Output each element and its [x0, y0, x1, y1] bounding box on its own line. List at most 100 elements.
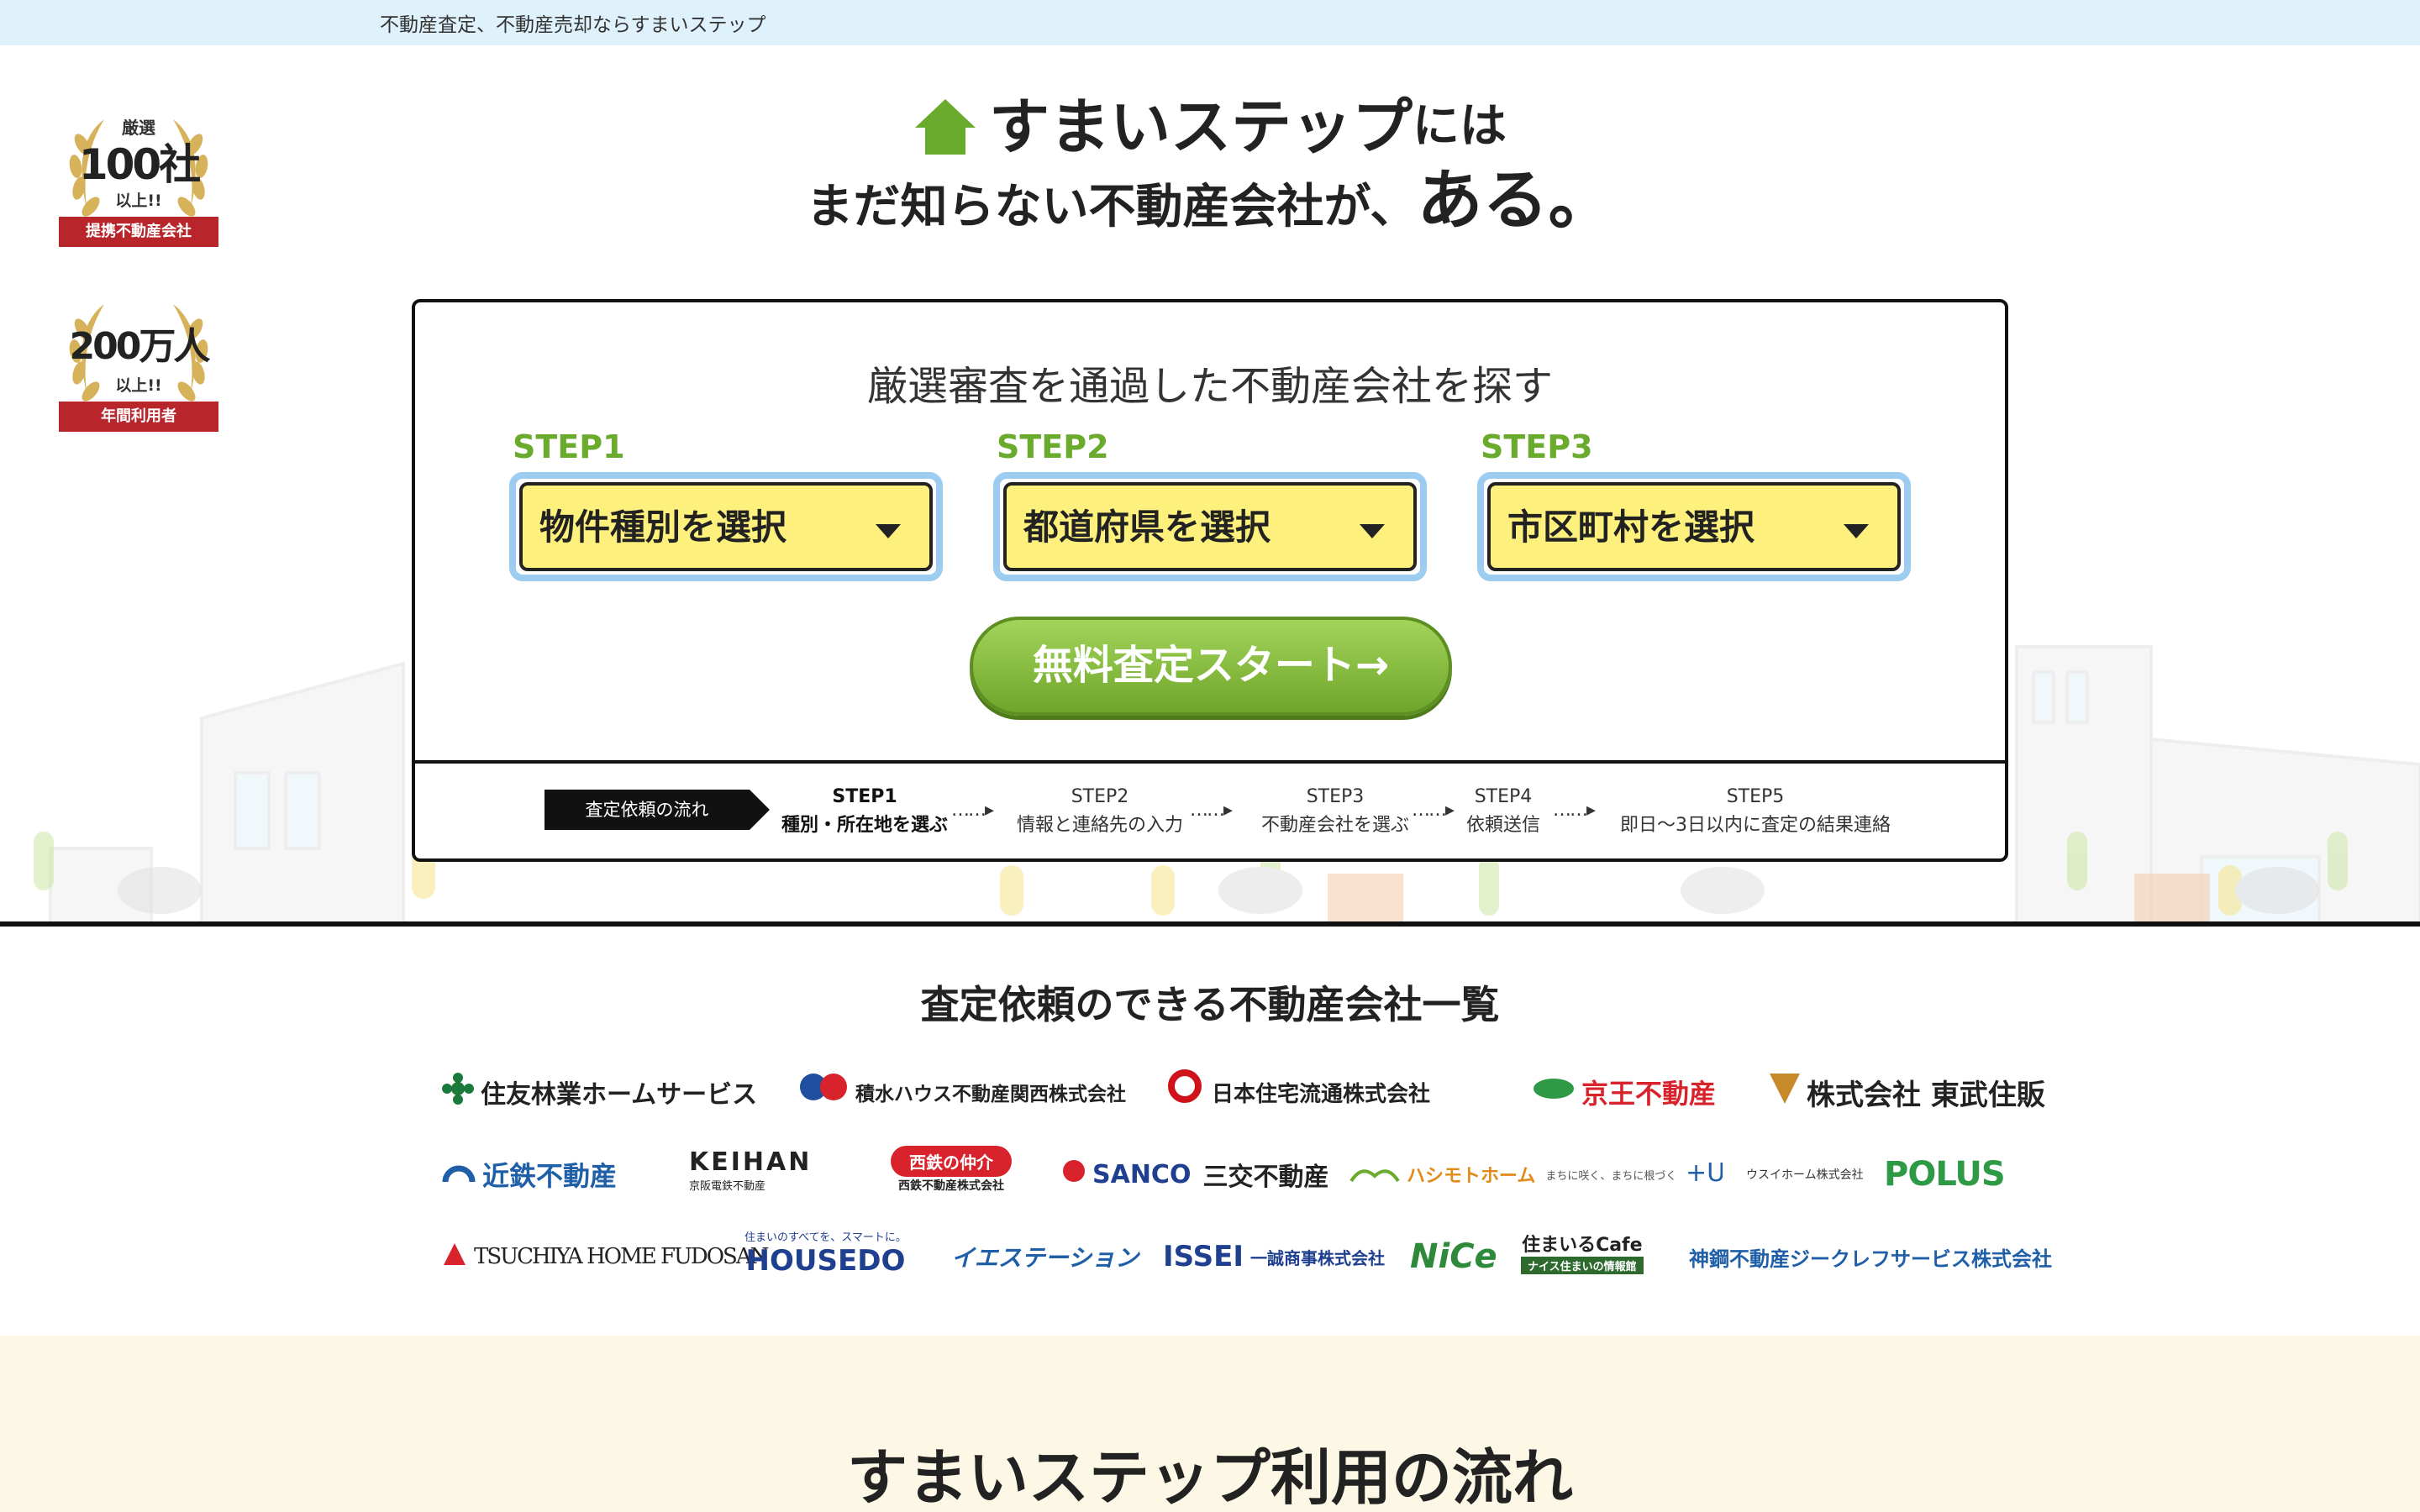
company-name: 株式会社 東武住販 [1807, 1078, 2045, 1112]
caret-down-icon [1844, 524, 1869, 538]
property-type-select[interactable]: 物件種別を選択 [509, 472, 943, 581]
company-logo-nihon-jyutaku[interactable]: 日本住宅流通株式会社 [1165, 1068, 1430, 1116]
flow-step-text: 情報と連絡先の入力 [1016, 815, 1183, 836]
flow-step-text: 不動産会社を選ぶ [1260, 815, 1409, 836]
kintetsu-mark-icon [442, 1157, 476, 1192]
flow-arrow: ……▸ [1412, 800, 1455, 821]
company-name: 近鉄不動産 [482, 1160, 618, 1192]
flow-divider [415, 760, 2005, 764]
company-logo-sumairu-cafe[interactable]: 住まいるCafe ナイス住まいの情報館 [1521, 1230, 1644, 1284]
tobu-mark-icon [1770, 1073, 1800, 1111]
step2-label: STEP2 [997, 428, 1109, 465]
company-logo-sekisui[interactable]: 積水ハウス不動産関西株式会社 [798, 1068, 1126, 1116]
company-name: 西鉄の仲介 [891, 1146, 1012, 1177]
company-logo-usui[interactable]: +U ウスイホーム株式会社 [1684, 1151, 1864, 1198]
flow-step-num: STEP3 [1306, 786, 1365, 807]
step3-label: STEP3 [1481, 428, 1593, 465]
flow-step-text: 依頼送信 [1465, 815, 1540, 836]
free-appraisal-start-button[interactable]: 無料査定スタート→ [970, 617, 1452, 716]
hero-brand-suffix: には [1413, 99, 1507, 154]
company-logo-tobu[interactable]: 株式会社 東武住販 [1770, 1068, 2045, 1116]
svg-text:+U: +U [1686, 1158, 1723, 1188]
company-name: 積水ハウス不動産関西株式会社 [855, 1084, 1126, 1105]
company-logo-kintetsu[interactable]: 近鉄不動産 [442, 1151, 617, 1198]
property-type-select-text: 物件種別を選択 [539, 507, 787, 548]
city-select-value[interactable]: 市区町村を選択 [1487, 482, 1901, 571]
site-tagline: 不動産査定、不動産売却ならすまいステップ [380, 14, 766, 36]
company-subname: まちに咲く、まちに根づく [1545, 1169, 1677, 1183]
company-logo-polus[interactable]: POLUS [1884, 1151, 2006, 1198]
company-name: ウスイホーム株式会社 [1746, 1168, 1864, 1182]
company-name: ハシモトホーム [1407, 1166, 1536, 1187]
flow-tag: 査定依頼の流れ [544, 790, 770, 830]
top-bar: 不動産査定、不動産売却ならすまいステップ [0, 0, 2420, 45]
flow-step-num: STEP4 [1474, 786, 1533, 807]
step2-column: STEP2 都道府県を選択 [993, 428, 1430, 581]
company-name: TSUCHIYA HOME FUDOSAN [474, 1244, 769, 1269]
company-name: 住友林業ホームサービス [481, 1080, 758, 1110]
hero-line2: まだ知らない不動産会社が、 [806, 180, 1418, 234]
step1-column: STEP1 物件種別を選択 [509, 428, 946, 581]
badge-ribbon: 年間利用者 [59, 402, 218, 432]
prefecture-select-value[interactable]: 都道府県を選択 [1003, 482, 1417, 571]
nihon-jyutaku-mark-icon [1165, 1068, 1205, 1116]
badge-sub-text: 以上!! [115, 376, 162, 395]
flow-step-text: 即日〜3日以内に査定の結果連絡 [1620, 815, 1891, 836]
keio-mark-icon [1533, 1076, 1575, 1108]
sekisui-mark-icon [798, 1068, 849, 1116]
flow-step-num: STEP5 [1726, 786, 1785, 807]
company-name: HOUSEDO [745, 1244, 906, 1278]
flow-step-4: STEP4 依頼送信 [1457, 783, 1549, 840]
company-name: NiCe [1410, 1237, 1497, 1276]
hero-title: すまいステップ には まだ知らない不動産会社が、ある。 [0, 91, 2420, 245]
company-logo-nice[interactable]: NiCe [1410, 1233, 1497, 1280]
company-name: イエステーション [951, 1244, 1139, 1272]
company-logo-nishitetsu[interactable]: 西鉄の仲介 西鉄不動産株式会社 [891, 1146, 1012, 1203]
company-name: 京王不動産 [1581, 1078, 1717, 1110]
flow-step-text: 種別・所在地を選ぶ [781, 815, 948, 836]
property-type-select-value[interactable]: 物件種別を選択 [519, 482, 933, 571]
badge-number: 200万人 [69, 325, 211, 368]
flow-arrow: ……▸ [951, 800, 994, 821]
hero-brand: すまいステップ [988, 92, 1413, 162]
company-name: ISSEI [1163, 1240, 1244, 1273]
flow-step-2: STEP2 情報と連絡先の入力 [1003, 783, 1197, 840]
caret-down-icon [1360, 524, 1385, 538]
company-logo-iestation[interactable]: イエステーション [951, 1233, 1139, 1280]
prefecture-select[interactable]: 都道府県を選択 [993, 472, 1427, 581]
company-logo-keihan[interactable]: KEIHAN 京阪電鉄不動産 [689, 1147, 812, 1201]
hashimoto-mark-icon [1349, 1159, 1400, 1189]
flow-step-num: STEP1 [832, 786, 897, 807]
company-logo-sumitomo[interactable]: 住友林業ホームサービス [442, 1068, 757, 1116]
company-subname: 京阪電鉄不動産 [689, 1180, 766, 1193]
house-icon [914, 99, 976, 155]
company-logo-keio[interactable]: 京王不動産 [1533, 1068, 1716, 1116]
company-logo-shinko[interactable]: 神鋼不動産ジークレフサービス株式会社 [1689, 1233, 2052, 1280]
sumitomo-mark-icon [442, 1073, 474, 1111]
step3-column: STEP3 市区町村を選択 [1477, 428, 1914, 581]
company-name: KEIHAN [689, 1147, 813, 1177]
company-name: 神鋼不動産ジークレフサービス株式会社 [1689, 1247, 2052, 1271]
company-name: 日本住宅流通株式会社 [1212, 1081, 1431, 1107]
company-subname: 三交不動産 [1202, 1163, 1329, 1192]
company-subname: 一誠商事株式会社 [1249, 1247, 1385, 1268]
hero-line2-big: ある。 [1417, 163, 1614, 239]
ground-line [0, 921, 2420, 927]
usage-flow-section: すまいステップ利用の流れ [0, 1336, 2420, 1512]
sanco-mark-icon [1062, 1159, 1086, 1189]
flow-step-num: STEP2 [1071, 786, 1129, 807]
flow-step-5: STEP5 即日〜3日以内に査定の結果連絡 [1600, 783, 1911, 840]
company-logo-hashimoto[interactable]: ハシモトホーム まちに咲く、まちに根づく [1349, 1151, 1676, 1198]
search-card: 厳選審査を通過した不動産会社を探す STEP1 物件種別を選択 STEP2 都道… [412, 299, 2008, 862]
company-logo-sanco[interactable]: SANCO 三交不動産 [1062, 1151, 1328, 1198]
companies-title: 査定依頼のできる不動産会社一覧 [920, 982, 1500, 1027]
user-count-badge: 200万人 以上!! 年間利用者 [54, 279, 224, 438]
caret-down-icon [876, 524, 901, 538]
city-select[interactable]: 市区町村を選択 [1477, 472, 1911, 581]
flow-arrow: ……▸ [1553, 800, 1596, 821]
company-name: 住まいるCafe [1522, 1235, 1643, 1256]
city-select-text: 市区町村を選択 [1507, 507, 1755, 548]
company-logo-housedo[interactable]: 住まいのすべてを、スマートに。 HOUSEDO [744, 1228, 907, 1285]
company-logo-tsuchiya[interactable]: TSUCHIYA HOME FUDOSAN [442, 1233, 769, 1280]
company-logo-issei[interactable]: ISSEI 一誠商事株式会社 [1163, 1233, 1385, 1280]
